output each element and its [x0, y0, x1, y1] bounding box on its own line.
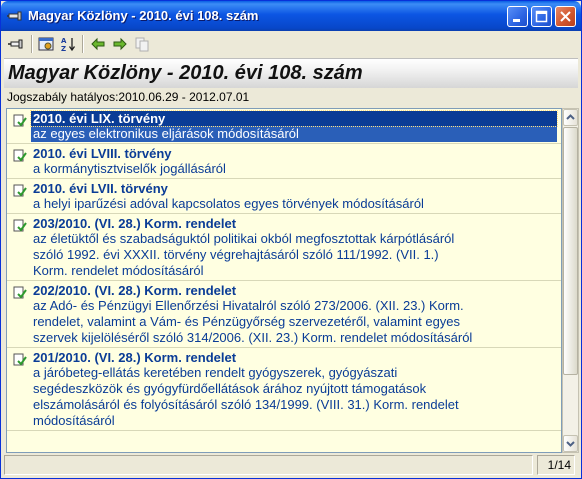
copy-button[interactable]: [132, 34, 152, 54]
item-title[interactable]: 203/2010. (VI. 28.) Korm. rendelet: [31, 216, 557, 231]
page-counter: 1/14: [547, 458, 571, 472]
toolbar-separator: [82, 35, 84, 53]
item-description: az egyes elektronikus eljárások módosítá…: [31, 126, 557, 142]
svg-text:A: A: [61, 37, 67, 45]
item-description: elszámolásáról és folyósításáról szóló 1…: [33, 397, 459, 412]
item-description: rendelet, valamint a Vám- és Pénzügyőrsé…: [33, 314, 461, 329]
document-check-icon: [13, 184, 27, 197]
document-check-icon: [13, 286, 27, 299]
copy-icon: [135, 37, 149, 52]
pin-icon: [7, 11, 22, 21]
validity-text: Jogszabály hatályos:2010.06.29 - 2012.07…: [7, 90, 250, 104]
close-icon: [560, 11, 571, 22]
item-description: szervek kijelöléséről szóló 314/2006. (X…: [33, 330, 473, 345]
minimize-icon: [513, 19, 520, 22]
toolbar: A Z: [4, 32, 578, 56]
document-check-icon: [13, 149, 27, 162]
minimize-button[interactable]: [507, 6, 528, 27]
document-check-icon: [13, 114, 27, 127]
law-list[interactable]: 2010. évi LIX. törvény az egyes elektron…: [6, 108, 562, 453]
item-description: szóló 1992. évi XXXII. törvény végrehajt…: [33, 247, 439, 262]
item-title[interactable]: 2010. évi LVIII. törvény: [31, 146, 557, 161]
item-title[interactable]: 2010. évi LIX. törvény: [30, 110, 558, 127]
item-title[interactable]: 202/2010. (VI. 28.) Korm. rendelet: [31, 283, 557, 298]
status-bar: 1/14: [4, 454, 579, 476]
chevron-up-icon: [566, 114, 575, 120]
header-band: Magyar Közlöny - 2010. évi 108. szám: [4, 58, 578, 88]
title-bar[interactable]: Magyar Közlöny - 2010. évi 108. szám: [1, 1, 581, 31]
maximize-button[interactable]: [531, 6, 552, 27]
sort-az-icon: A Z: [61, 37, 76, 52]
status-pane-page: 1/14: [537, 455, 575, 475]
list-item[interactable]: 2010. évi LIX. törvény az egyes elektron…: [7, 109, 561, 144]
window-title: Magyar Közlöny - 2010. évi 108. szám: [28, 8, 259, 23]
item-description: a helyi iparűzési adóval kapcsolatos egy…: [33, 196, 424, 211]
vertical-scrollbar[interactable]: [562, 108, 579, 453]
scroll-down-button[interactable]: [563, 435, 578, 452]
back-button[interactable]: [88, 34, 108, 54]
item-description: módosításáról: [33, 413, 115, 428]
list-item[interactable]: 203/2010. (VI. 28.) Korm. rendelet az él…: [7, 214, 561, 281]
forward-arrow-icon: [113, 37, 127, 51]
list-item[interactable]: 202/2010. (VI. 28.) Korm. rendelet az Ad…: [7, 281, 561, 348]
document-check-icon: [13, 219, 27, 232]
forward-button[interactable]: [110, 34, 130, 54]
item-title[interactable]: 201/2010. (VI. 28.) Korm. rendelet: [31, 350, 557, 365]
sort-button[interactable]: A Z: [58, 34, 78, 54]
status-pane-main: [4, 455, 533, 475]
maximize-icon: [535, 10, 548, 23]
item-description: segédeszközök és gyógyfürdőellátások árá…: [33, 381, 427, 396]
show-hide-icon: [38, 37, 54, 51]
list-item[interactable]: 2010. évi LVII. törvény a helyi iparűzés…: [7, 179, 561, 214]
pin-button[interactable]: [6, 34, 26, 54]
item-description: a kormánytisztviselők jogállásáról: [33, 161, 226, 176]
show-hide-button[interactable]: [36, 34, 56, 54]
list-item[interactable]: 201/2010. (VI. 28.) Korm. rendelet a jár…: [7, 348, 561, 431]
scroll-thumb[interactable]: [563, 127, 578, 375]
item-title[interactable]: 2010. évi LVII. törvény: [31, 181, 557, 196]
toolbar-separator: [31, 35, 33, 53]
item-description: a járóbeteg-ellátás keretében rendelt gy…: [33, 365, 398, 380]
back-arrow-icon: [91, 37, 105, 51]
list-item[interactable]: 2010. évi LVIII. törvény a kormánytisztv…: [7, 144, 561, 179]
svg-text:Z: Z: [61, 45, 66, 52]
chevron-down-icon: [566, 441, 575, 447]
item-description: az Adó- és Pénzügyi Ellenőrzési Hivatalr…: [33, 298, 464, 313]
app-window: Magyar Közlöny - 2010. évi 108. szám A Z…: [0, 0, 582, 479]
page-title: Magyar Közlöny - 2010. évi 108. szám: [8, 62, 363, 84]
pin-icon: [8, 39, 23, 49]
document-check-icon: [13, 353, 27, 366]
close-button[interactable]: [555, 6, 576, 27]
item-description: Korm. rendelet módosításáról: [33, 263, 204, 278]
item-description: az életüktől és szabadságuktól politikai…: [33, 231, 455, 246]
scroll-up-button[interactable]: [563, 109, 578, 126]
